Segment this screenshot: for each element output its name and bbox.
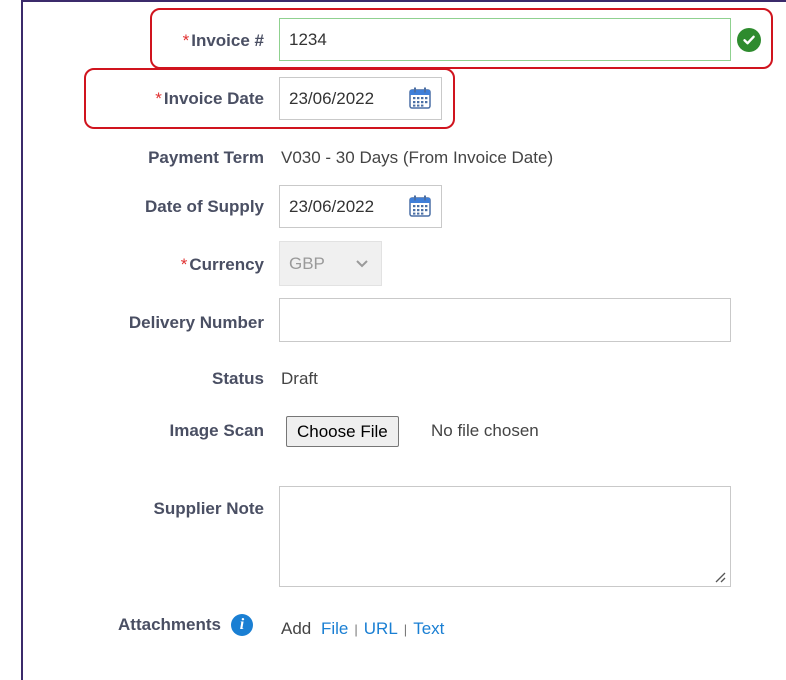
attachments-actions: Add File | URL | Text	[281, 619, 444, 639]
currency-selected: GBP	[289, 253, 325, 273]
required-mark: *	[182, 31, 190, 50]
resize-grip-icon[interactable]	[714, 571, 726, 583]
invoice-date-field[interactable]: 23/06/2022	[279, 77, 442, 120]
chevron-down-icon	[356, 260, 368, 268]
calendar-icon[interactable]	[408, 86, 432, 110]
calendar-icon[interactable]	[408, 194, 432, 218]
separator: |	[354, 622, 358, 637]
attachment-link-url[interactable]: URL	[364, 619, 398, 638]
attachment-link-text[interactable]: Text	[413, 619, 444, 638]
attachments-add-label: Add	[281, 619, 312, 638]
date-of-supply-value: 23/06/2022	[289, 196, 375, 216]
invoice-date-value: 23/06/2022	[289, 88, 375, 108]
frame-border-top	[21, 0, 786, 2]
currency-select[interactable]: GBP	[279, 241, 382, 286]
required-mark: *	[180, 255, 188, 274]
image-scan-label: Image Scan	[169, 421, 265, 440]
date-of-supply-label: Date of Supply	[144, 197, 264, 216]
payment-term-value: V030 - 30 Days (From Invoice Date)	[281, 148, 554, 167]
supplier-note-label: Supplier Note	[153, 499, 264, 518]
file-status-text: No file chosen	[431, 421, 539, 440]
supplier-note-textarea[interactable]	[279, 486, 731, 587]
check-circle-icon	[737, 28, 761, 52]
invoice-date-label: * Invoice Date	[155, 89, 264, 108]
info-icon[interactable]: i	[231, 614, 253, 636]
frame-border-left	[21, 0, 23, 680]
choose-file-button[interactable]: Choose File	[286, 416, 399, 447]
separator: |	[403, 622, 408, 637]
attachments-label: Attachments	[118, 615, 221, 634]
attachment-link-file[interactable]: File	[321, 619, 348, 638]
date-of-supply-field[interactable]: 23/06/2022	[279, 185, 442, 228]
payment-term-label: Payment Term	[148, 148, 264, 167]
status-value: Draft	[281, 369, 318, 388]
currency-label: * Currency	[180, 255, 264, 274]
invoice-number-label: * Invoice #	[182, 31, 264, 50]
required-mark: *	[155, 89, 162, 108]
delivery-number-label: Delivery Number	[128, 313, 264, 332]
invoice-number-input[interactable]	[279, 18, 731, 61]
delivery-number-input[interactable]	[279, 298, 731, 342]
status-label: Status	[212, 369, 264, 388]
